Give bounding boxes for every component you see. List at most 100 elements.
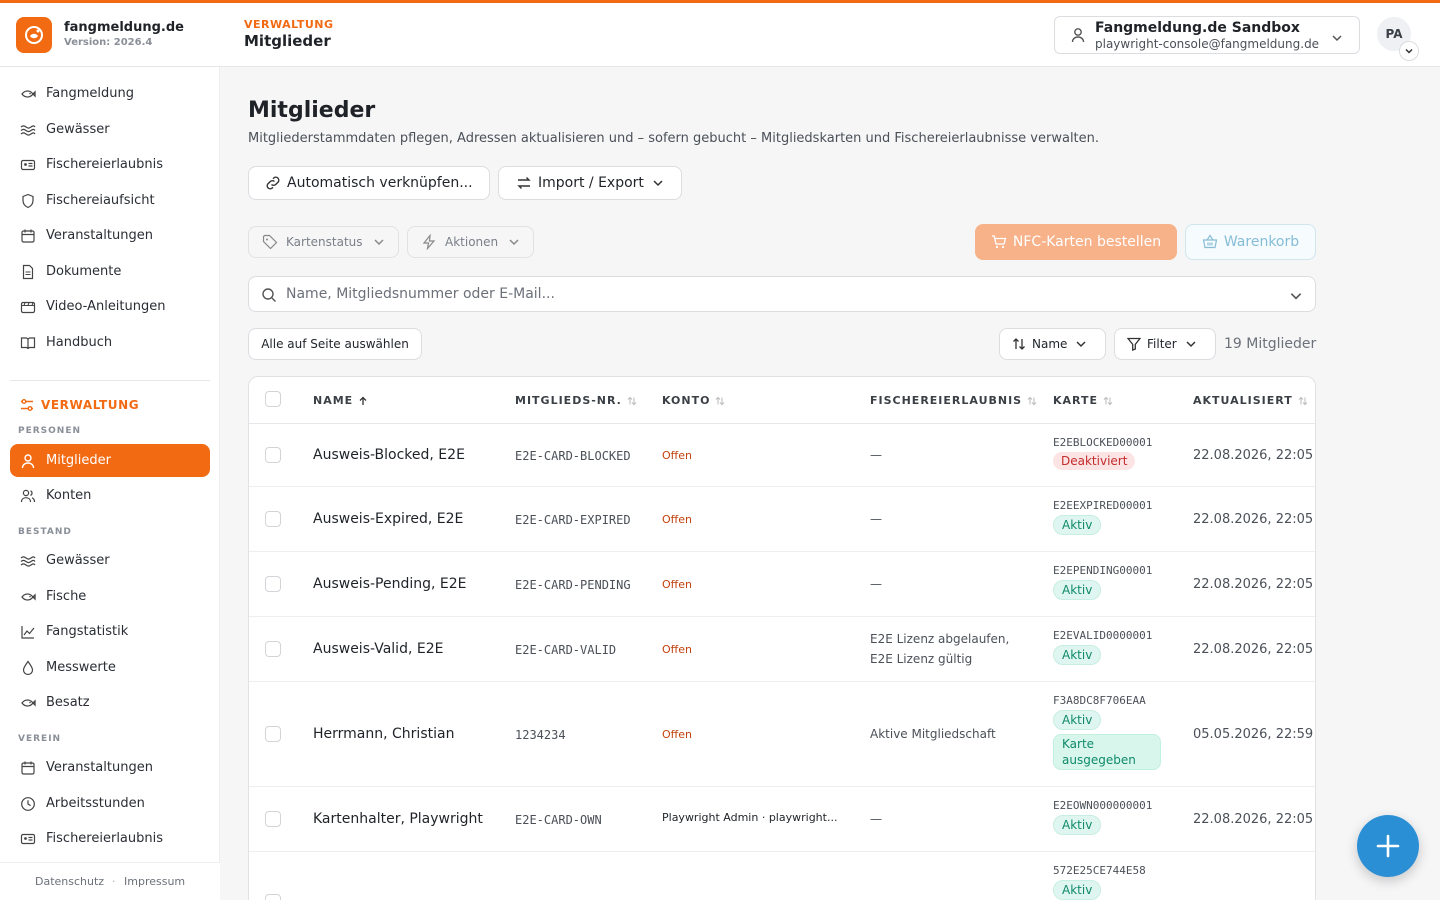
sidebar-item-label: Video-Anleitungen — [46, 299, 166, 314]
row-checkbox[interactable] — [265, 641, 281, 657]
column-header-license[interactable]: FISCHEREIERLAUBNIS — [870, 394, 1037, 407]
row-checkbox[interactable] — [265, 511, 281, 527]
document-icon — [20, 264, 36, 280]
table-row[interactable]: Ausweis-Expired, E2E E2E-CARD-EXPIRED Of… — [249, 487, 1315, 552]
updated-at: 22.08.2026, 22:05 Uhr — [1193, 448, 1315, 463]
table-row[interactable]: Ausweis-Valid, E2E E2E-CARD-VALID Offen … — [249, 617, 1315, 682]
member-name[interactable]: Ausweis-Expired, E2E — [313, 511, 463, 527]
select-all-checkbox[interactable] — [265, 391, 281, 407]
sidebar-item-handbuch[interactable]: Handbuch — [10, 326, 210, 359]
calendar-icon — [20, 760, 36, 776]
import-export-button[interactable]: Import / Export — [498, 166, 682, 200]
table-row[interactable]: 572E25CE744E58 Aktiv — [249, 852, 1315, 900]
column-header-konto[interactable]: KONTO — [662, 394, 725, 407]
status-badge: Aktiv — [1053, 710, 1102, 730]
column-header-name[interactable]: NAME — [313, 394, 368, 407]
sidebar-item-gewaesser[interactable]: Gewässer — [10, 113, 210, 146]
avatar-menu-toggle[interactable] — [1399, 41, 1419, 61]
account-email: playwright-console@fangmeldung.de — [1095, 37, 1320, 51]
users-icon — [20, 488, 36, 504]
table-row[interactable]: Ausweis-Pending, E2E E2E-CARD-PENDING Of… — [249, 552, 1315, 617]
privacy-link[interactable]: Datenschutz — [35, 875, 104, 888]
sidebar-item-konten[interactable]: Konten — [10, 479, 210, 512]
select-all-on-page-button[interactable]: Alle auf Seite auswählen — [248, 328, 422, 360]
sidebar-item-besatz[interactable]: Besatz — [10, 686, 210, 719]
sidebar-divider — [10, 380, 210, 381]
sidebar-item-label: Fangstatistik — [46, 624, 129, 639]
search-input[interactable]: Name, Mitgliedsnummer oder E-Mail... — [286, 286, 555, 302]
droplet-icon — [20, 659, 36, 676]
sidebar-item-fischereiaufsicht[interactable]: Fischereiaufsicht — [10, 184, 210, 217]
sidebar-item-fischereierlaubnis-verein[interactable]: Fischereierlaubnis — [10, 822, 210, 855]
sidebar: Fangmeldung Gewässer Fischereierlaubnis … — [0, 67, 220, 900]
row-checkbox[interactable] — [265, 576, 281, 592]
sidebar-item-fische[interactable]: Fische — [10, 580, 210, 613]
card-id: E2EPENDING00001 — [1053, 564, 1153, 577]
sidebar-item-arbeitsstunden[interactable]: Arbeitsstunden — [10, 787, 210, 820]
sidebar-item-label: Fangmeldung — [46, 86, 134, 101]
status-badge: Aktiv — [1053, 815, 1102, 835]
row-checkbox[interactable] — [265, 726, 281, 742]
calendar-icon — [20, 228, 36, 244]
table-header: NAME MITGLIEDS-NR. KONTO FISCHEREIERLAUB… — [249, 377, 1315, 424]
sidebar-item-fangstatistik[interactable]: Fangstatistik — [10, 615, 210, 648]
sidebar-item-video-anleitungen[interactable]: Video-Anleitungen — [10, 290, 210, 323]
license-value: — — [870, 512, 882, 526]
imprint-link[interactable]: Impressum — [124, 875, 185, 888]
waves-icon — [20, 553, 36, 569]
app-logo[interactable] — [16, 17, 52, 53]
sidebar-item-gewaesser-bestand[interactable]: Gewässer — [10, 544, 210, 577]
sidebar-item-label: Fischereiaufsicht — [46, 193, 155, 208]
member-name[interactable]: Kartenhalter, Playwright — [313, 811, 483, 827]
row-checkbox[interactable] — [265, 894, 281, 900]
chevron-down-icon — [652, 177, 664, 189]
member-name[interactable]: Ausweis-Valid, E2E — [313, 641, 443, 657]
column-header-updated[interactable]: AKTUALISIERT — [1193, 394, 1308, 407]
row-checkbox[interactable] — [265, 811, 281, 827]
auto-link-button[interactable]: Automatisch verknüpfen... — [248, 166, 490, 200]
sidebar-item-messwerte[interactable]: Messwerte — [10, 651, 210, 684]
fish-icon — [20, 695, 36, 711]
member-name[interactable]: Ausweis-Blocked, E2E — [313, 447, 465, 463]
sidebar-group-title: PERSONEN — [18, 426, 82, 436]
table-row[interactable]: Ausweis-Blocked, E2E E2E-CARD-BLOCKED Of… — [249, 424, 1315, 487]
license-value: E2E Lizenz abgelaufen, E2E Lizenz gültig — [870, 632, 1010, 666]
id-card-icon — [20, 157, 36, 173]
sidebar-item-veranstaltungen-verein[interactable]: Veranstaltungen — [10, 751, 210, 784]
sidebar-footer: Datenschutz · Impressum — [0, 862, 220, 900]
sidebar-item-label: Besatz — [46, 695, 90, 710]
account-switcher[interactable]: Fangmeldung.de Sandbox playwright-consol… — [1054, 16, 1360, 54]
actions-dropdown[interactable]: Aktionen — [407, 226, 534, 258]
sidebar-item-veranstaltungen[interactable]: Veranstaltungen — [10, 219, 210, 252]
sidebar-item-fangmeldung[interactable]: Fangmeldung — [10, 77, 210, 110]
column-header-card[interactable]: KARTE — [1053, 394, 1113, 407]
filter-dropdown[interactable]: Filter — [1114, 328, 1216, 360]
sliders-icon — [20, 398, 34, 412]
member-search[interactable]: Name, Mitgliedsnummer oder E-Mail... — [248, 276, 1316, 312]
member-name[interactable]: Ausweis-Pending, E2E — [313, 576, 467, 592]
table-row[interactable]: Kartenhalter, Playwright E2E-CARD-OWN Pl… — [249, 787, 1315, 852]
sidebar-group-title: BESTAND — [18, 527, 72, 537]
order-nfc-cards-button[interactable]: NFC-Karten bestellen — [975, 224, 1177, 260]
sidebar-group-title: VEREIN — [18, 734, 62, 744]
linked-account[interactable]: Playwright Admin · playwright... — [662, 811, 837, 824]
sidebar-item-mitglieder[interactable]: Mitglieder — [10, 444, 210, 477]
member-count: 19 Mitglieder — [1224, 336, 1317, 352]
column-header-nr[interactable]: MITGLIEDS-NR. — [515, 394, 637, 407]
sidebar-item-label: Handbuch — [46, 335, 113, 350]
row-checkbox[interactable] — [265, 447, 281, 463]
updated-at: 05.05.2026, 22:59 Uhr — [1193, 727, 1315, 742]
member-name[interactable]: Herrmann, Christian — [313, 726, 454, 742]
table-row[interactable]: Herrmann, Christian 1234234 Offen Aktive… — [249, 682, 1315, 787]
chevron-down-icon — [1185, 338, 1197, 350]
cart-button[interactable]: Warenkorb — [1185, 224, 1316, 260]
sort-dropdown[interactable]: Name — [999, 328, 1106, 360]
app-header: fangmeldung.de Version: 2026.4 VERWALTUN… — [0, 3, 1440, 67]
add-member-button[interactable] — [1357, 815, 1419, 877]
card-cell: F3A8DC8F706EAA Aktiv Karte ausgegeben — [1053, 694, 1161, 770]
chart-icon — [20, 624, 36, 640]
license-value: Aktive Mitgliedschaft — [870, 727, 996, 741]
sidebar-item-fischereierlaubnis[interactable]: Fischereierlaubnis — [10, 148, 210, 181]
sidebar-item-dokumente[interactable]: Dokumente — [10, 255, 210, 288]
card-status-filter[interactable]: Kartenstatus — [248, 226, 399, 258]
